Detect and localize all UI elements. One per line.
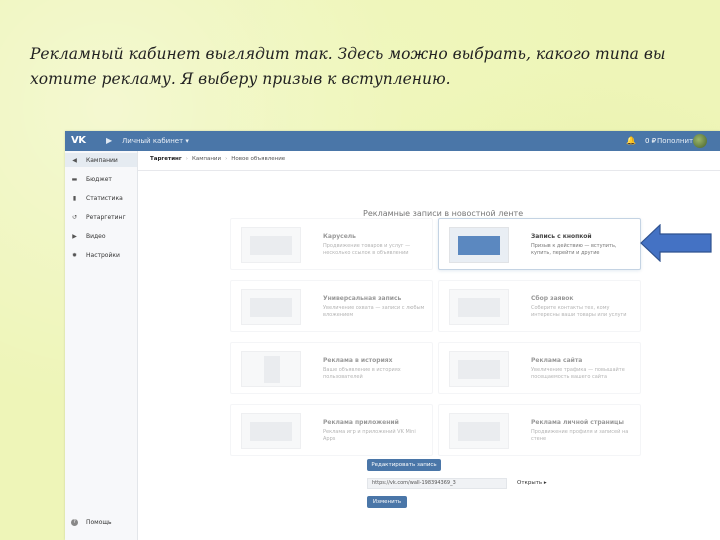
- site-preview-icon: [449, 351, 509, 387]
- cabinet-dropdown[interactable]: Личный кабинет ▾: [122, 137, 189, 145]
- sidebar-item-retargeting[interactable]: ↺ Ретаргетинг: [71, 210, 126, 224]
- sidebar-item-label: Бюджет: [86, 175, 112, 183]
- retarget-icon: ↺: [71, 213, 78, 221]
- card-title: Универсальная запись: [323, 295, 402, 302]
- sidebar-item-stats[interactable]: ▮ Статистика: [71, 191, 123, 205]
- sidebar-item-label: Настройки: [86, 251, 120, 259]
- section-title: Рекламные записи в новостной ленте: [363, 209, 524, 218]
- personal-page-preview-icon: [449, 413, 509, 449]
- ad-format-card-carousel[interactable]: Карусель Продвижение товаров и услуг — н…: [230, 218, 433, 270]
- sidebar-item-video[interactable]: ▶ Видео: [71, 229, 106, 243]
- ad-format-card-leads[interactable]: Сбор заявок Соберите контакты тех, кому …: [438, 280, 641, 332]
- sidebar-item-label: Видео: [86, 232, 106, 240]
- main-content: Таргетинг › Кампании › Новое объявление Рекл…: [137, 151, 720, 540]
- card-desc: Соберите контакты тех, кому интересны ва…: [531, 305, 627, 318]
- wallet-icon: ▬: [71, 175, 78, 183]
- ad-format-card-apps[interactable]: Реклама приложений Реклама игр и приложе…: [230, 404, 433, 456]
- card-desc: Призыв к действию — вступить, купить, пе…: [531, 243, 617, 256]
- ad-format-card-personal-page[interactable]: Реклама личной страницы Продвижение проф…: [438, 404, 641, 456]
- edit-post-button[interactable]: Редактировать запись: [367, 459, 441, 471]
- sidebar-item-settings[interactable]: ✹ Настройки: [71, 248, 120, 262]
- card-title: Запись с кнопкой: [531, 233, 592, 240]
- gear-icon: ✹: [71, 251, 78, 259]
- card-desc: Продвижение товаров и услуг — несколько …: [323, 243, 411, 256]
- open-link[interactable]: Открыть ▸: [517, 480, 547, 486]
- breadcrumb-new-ad: Новое объявление: [231, 156, 286, 162]
- ad-format-card-site[interactable]: Реклама сайта Увеличение трафика — повыш…: [438, 342, 641, 394]
- card-desc: Ваше объявление в историях пользователей: [323, 367, 401, 380]
- help-icon: ?: [71, 519, 78, 526]
- card-title: Реклама сайта: [531, 357, 583, 364]
- breadcrumb-campaigns[interactable]: Кампании: [192, 156, 221, 162]
- stories-preview-icon: [241, 351, 301, 387]
- breadcrumb: Таргетинг › Кампании › Новое объявление: [150, 156, 286, 162]
- post-url-field[interactable]: https://vk.com/wall-198394369_3: [367, 478, 507, 489]
- breadcrumb-targeting[interactable]: Таргетинг: [150, 156, 182, 162]
- sidebar-item-help[interactable]: ? Помощь: [71, 519, 112, 526]
- card-title: Реклама в историях: [323, 357, 393, 364]
- card-title: Сбор заявок: [531, 295, 574, 302]
- megaphone-icon: ◀: [72, 156, 77, 164]
- card-title: Реклама приложений: [323, 419, 399, 426]
- card-title: Карусель: [323, 233, 356, 240]
- carousel-preview-icon: [241, 227, 301, 263]
- sidebar-item-label: Статистика: [86, 194, 123, 202]
- ads-cabinet-screenshot: VK ▶ Личный кабинет ▾ 🔔 0 ₽ Пополнить ◀ …: [65, 131, 720, 540]
- topup-link[interactable]: Пополнить: [657, 137, 697, 145]
- sidebar-item-campaigns[interactable]: ◀ Кампании: [65, 153, 137, 167]
- chart-icon: ▮: [72, 194, 77, 202]
- leads-preview-icon: [449, 289, 509, 325]
- ad-format-card-button-post[interactable]: Запись с кнопкой Призыв к действию — вст…: [438, 218, 641, 270]
- bell-icon[interactable]: 🔔: [626, 136, 636, 145]
- card-desc: Продвижение профиля и записей на стене: [531, 429, 629, 442]
- sidebar-item-label: Кампании: [86, 156, 118, 164]
- sidebar-item-label: Ретаргетинг: [86, 213, 126, 221]
- avatar[interactable]: [693, 134, 707, 148]
- play-icon: ▶: [72, 232, 77, 240]
- pointer-arrow-icon: [640, 224, 712, 262]
- card-desc: Увеличение трафика — повышайте посещаемо…: [531, 367, 625, 380]
- balance: 0 ₽: [645, 137, 657, 145]
- ad-format-card-stories[interactable]: Реклама в историях Ваше объявление в ист…: [230, 342, 433, 394]
- universal-preview-icon: [241, 289, 301, 325]
- card-desc: Увеличение охвата — записи с любым вложе…: [323, 305, 425, 318]
- top-bar: VK ▶ Личный кабинет ▾ 🔔 0 ₽ Пополнить: [65, 131, 720, 151]
- apps-preview-icon: [241, 413, 301, 449]
- change-button[interactable]: Изменить: [367, 496, 407, 508]
- button-post-preview-icon: [449, 227, 509, 263]
- sidebar: ◀ Кампании ▬ Бюджет ▮ Статистика ↺ Ретар…: [65, 151, 137, 540]
- slide-caption: Рекламный кабинет выглядит так. Здесь мо…: [30, 45, 666, 88]
- ad-format-card-universal[interactable]: Универсальная запись Увеличение охвата —…: [230, 280, 433, 332]
- divider: [138, 170, 720, 171]
- vk-logo[interactable]: VK: [71, 135, 86, 146]
- sidebar-item-label: Помощь: [86, 519, 112, 526]
- ads-icon[interactable]: ▶: [106, 136, 112, 145]
- card-title: Реклама личной страницы: [531, 419, 624, 426]
- sidebar-item-budget[interactable]: ▬ Бюджет: [71, 172, 112, 186]
- card-desc: Реклама игр и приложений VK Mini Apps: [323, 429, 416, 442]
